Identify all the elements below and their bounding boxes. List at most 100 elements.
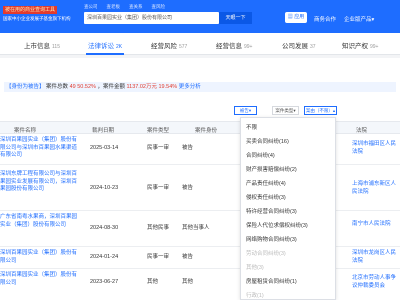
tab-business-info[interactable]: 经营信息 99+ (216, 40, 252, 50)
tab-business-risk[interactable]: 经营风险 577 (151, 40, 187, 50)
dropdown-item[interactable]: 侵权责任纠纷(3) (246, 193, 286, 201)
logo-slogan: 被在用的商业查询工具 (3, 6, 58, 14)
table-row[interactable]: 深圳东牌工程有限公司与深圳百果园实业发展有限公司，深圳百果园股份有限公司 202… (0, 165, 400, 211)
dropdown-item[interactable]: 财产损害赔偿纠纷(2) (246, 165, 297, 173)
section-tabs: 上市信息 115 法律诉讼 2K 经营风险 577 经营信息 99+ 公司发展 37 知识… (0, 33, 400, 55)
tab-label: 上市信息 (24, 43, 50, 50)
case-court[interactable]: 上海市浦东新区人民法院 (352, 181, 400, 196)
table-row[interactable]: 深圳百果园实业（集团）股份有限公司与深圳市百果园水果渠道有限公司 2025-03… (0, 134, 400, 165)
case-date: 2024-08-30 (90, 225, 119, 231)
search-button[interactable]: 天眼一下 (219, 12, 252, 24)
case-name[interactable]: 广东省南粤水果商，深圳百果园实业（集团）股份有限公司 (0, 214, 80, 229)
tab-label: 知识产权 (342, 43, 368, 50)
dropdown-item[interactable]: 劳动合同纠纷(3) (246, 249, 286, 257)
dropdown-item[interactable]: 不限 (246, 123, 257, 131)
tab-count: 99+ (370, 44, 379, 50)
table-row[interactable]: 广东省南粤水果商，深圳百果园实业（集团）股份有限公司 2024-08-30 其他… (0, 211, 400, 247)
nav-enterprise[interactable]: 企业版产品▾ (344, 15, 374, 23)
tab-relation[interactable]: 查关系 (129, 4, 143, 10)
case-court[interactable]: 南宁市人民法院 (352, 221, 400, 229)
dropdown-item[interactable]: 买卖合同纠纷(16) (246, 137, 289, 145)
tab-development[interactable]: 公司发展 37 (282, 40, 316, 50)
logo[interactable]: 被在用的商业查询工具 国家中小企业发展子基金旗下机构 (3, 6, 75, 26)
dropdown-item-label: 房屋租赁合同纠纷 (246, 279, 291, 285)
dropdown-item-label: 特许经营合同纠纷 (246, 209, 291, 215)
dropdown-item-label: 其他 (246, 265, 258, 271)
th-type: 案件类型 (147, 128, 170, 134)
case-date: 2023-06-27 (90, 279, 119, 285)
search-input[interactable]: 深圳百果园实业（集团）股份有限公司 (84, 12, 219, 24)
dropdown-item-count: (16) (279, 139, 289, 145)
case-court[interactable]: 深圳市福田区人民法院 (352, 141, 400, 156)
case-court[interactable]: 北京市劳动人事争议仲裁委员会 (352, 275, 400, 290)
active-tab-underline (86, 53, 124, 55)
dropdown-item-label: 劳动合同纠纷 (246, 251, 280, 257)
role-filter[interactable]: 被告▾ (234, 106, 257, 115)
dropdown-item[interactable]: 合同纠纷(4) (246, 151, 275, 159)
dropdown-item-label: 保险人代位求偿权纠纷 (246, 223, 302, 229)
dropdown-item[interactable]: 产品责任纠纷(4) (246, 179, 286, 187)
nav-enterprise-label: 企业版产品 (344, 17, 372, 23)
summary-amount: 1137.02万元 (126, 84, 157, 90)
dropdown-item[interactable]: 行政(1) (246, 291, 264, 299)
tab-label: 公司发展 (282, 43, 308, 50)
tab-listing[interactable]: 上市信息 115 (24, 40, 60, 50)
th-court: 法院 (356, 128, 368, 134)
case-type-filter-label: 案件类型 (275, 108, 294, 113)
case-name[interactable]: 深圳百果园实业（集团）股份有限公司 (0, 272, 80, 287)
table-row[interactable]: 深圳百果园实业（集团）股份有限公司 2023-06-27 其他 其他 北京市劳动… (0, 269, 400, 300)
tab-litigation[interactable]: 法律诉讼 2K (88, 40, 122, 50)
top-bar: 被在用的商业查询工具 国家中小企业发展子基金旗下机构 查公司 查老板 查关系 查… (0, 0, 400, 33)
tab-count: 37 (310, 44, 316, 50)
case-type: 民事一审 (147, 185, 170, 191)
th-role: 案件身份 (195, 128, 218, 134)
dropdown-item-label: 网络购物合同纠纷 (246, 237, 291, 243)
table-row[interactable]: 深圳百果园实业（集团）股份有限公司 2024-01-24 民事一审 被告 深圳市… (0, 247, 400, 269)
dropdown-item[interactable]: 网络购物合同纠纷(3) (246, 235, 297, 243)
case-name[interactable]: 深圳百果园实业（集团）股份有限公司与深圳市百果园水果渠道有限公司 (0, 137, 80, 160)
dropdown-item-label: 财产损害赔偿纠纷 (246, 167, 291, 173)
reason-dropdown-menu: 不限 买卖合同纠纷(16) 合同纠纷(4) 财产损害赔偿纠纷(2) 产品责任纠纷… (240, 117, 336, 300)
dropdown-item-label: 侵权责任纠纷 (246, 195, 280, 201)
tab-company[interactable]: 查公司 (84, 4, 98, 10)
dropdown-item-label: 合同纠纷 (246, 153, 269, 159)
dropdown-item-label: 行政 (246, 293, 258, 299)
dropdown-item[interactable]: 其他(3) (246, 263, 264, 271)
tab-ip[interactable]: 知识产权 99+ (342, 40, 378, 50)
dropdown-item[interactable]: 保险人代位求偿权纠纷(3) (246, 221, 308, 229)
th-date: 裁判日期 (92, 128, 115, 134)
chevron-down-icon: ▾ (248, 108, 252, 113)
apply-button[interactable]: ▦ 应用 (285, 12, 307, 23)
case-name[interactable]: 深圳百果园实业（集团）股份有限公司 (0, 250, 80, 265)
summary-count: 49 (69, 84, 76, 90)
tab-risk[interactable]: 查风险 (152, 4, 166, 10)
case-court[interactable]: 深圳市龙岗区人民法院 (352, 250, 400, 265)
case-name[interactable]: 深圳东牌工程有限公司与深圳百果园实业发展有限公司，深圳百果园股份有限公司 (0, 171, 80, 194)
dropdown-item-label: 不限 (246, 125, 258, 131)
chevron-down-icon: ▾ (371, 17, 375, 23)
dropdown-item-count: (3) (257, 265, 264, 271)
case-role: 被告 (182, 145, 194, 151)
more-analysis-link[interactable]: 更多分析 (179, 84, 201, 90)
chevron-up-icon: ▴ (332, 108, 336, 113)
reason-filter-label: 案由（不限） (305, 108, 333, 113)
tab-count: 577 (179, 44, 188, 50)
tab-count: 99+ (244, 44, 253, 50)
dropdown-item[interactable]: 特许经营合同纠纷(3) (246, 207, 297, 215)
dropdown-item-count: (4) (279, 181, 286, 187)
summary-label: 案件总数 (46, 84, 69, 90)
case-type-filter[interactable]: 案件类型▾ (272, 106, 299, 115)
tab-count: 115 (52, 44, 60, 50)
dropdown-item[interactable]: 房屋租赁合同纠纷(1) (246, 277, 297, 285)
case-date: 2024-10-23 (90, 185, 119, 191)
search-mode-tabs: 查公司 查老板 查关系 查风险 (84, 4, 165, 10)
reason-filter[interactable]: 案由（不限）▴ (304, 106, 337, 115)
case-role: 被告 (182, 185, 194, 191)
case-type: 其他 (147, 279, 159, 285)
dropdown-item-count: (3) (290, 209, 297, 215)
tab-boss[interactable]: 查老板 (107, 4, 121, 10)
nav-business[interactable]: 商务合作 (314, 15, 336, 23)
summary-bar: 【身份为被告】 案件总数 49 50.52% ，案件金额 1137.02万元 1… (4, 82, 396, 92)
dropdown-item-count: (1) (257, 293, 264, 299)
tab-label: 经营信息 (216, 43, 242, 50)
